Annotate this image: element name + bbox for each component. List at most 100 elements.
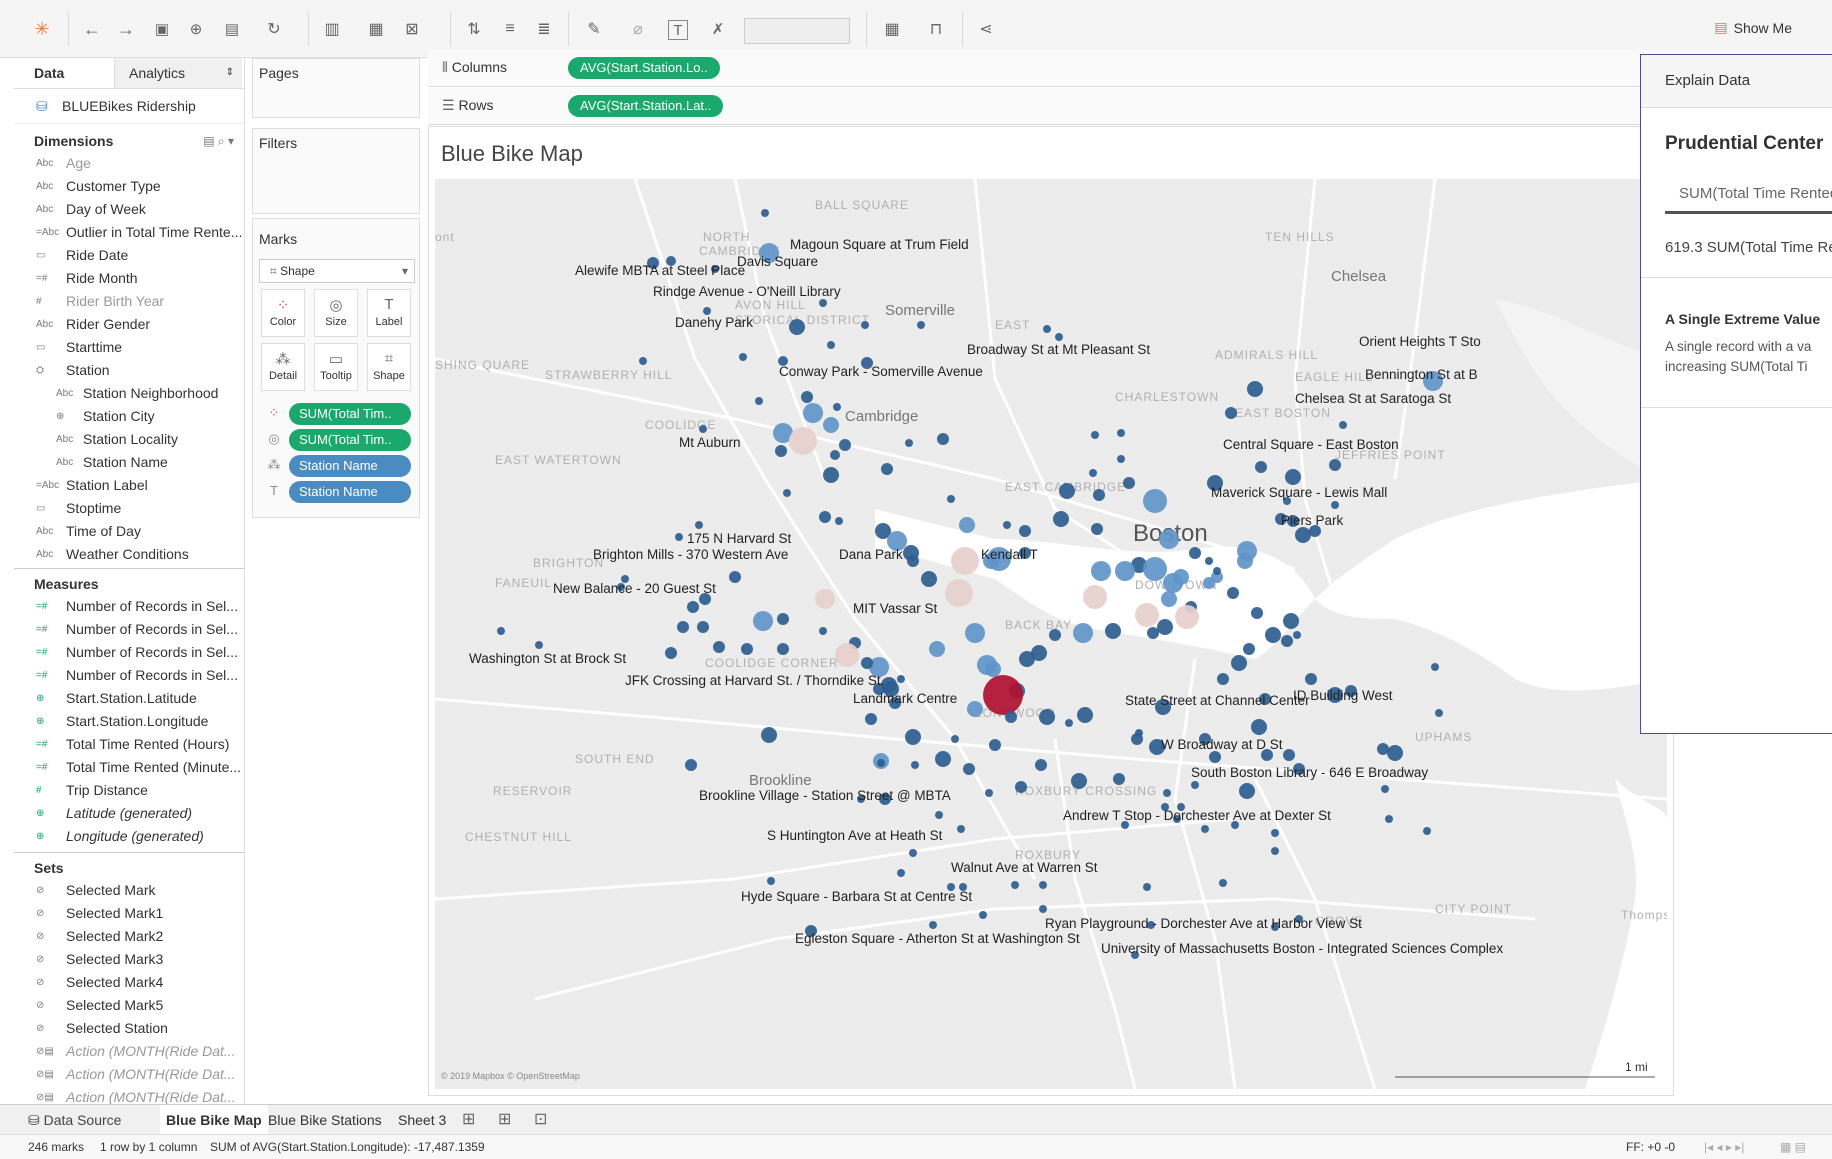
station-mark[interactable]: [1295, 527, 1311, 543]
show-labels-icon[interactable]: T: [668, 20, 688, 40]
show-me-button[interactable]: ▤ Show Me: [1714, 19, 1792, 36]
measures-field[interactable]: # Trip Distance: [14, 779, 244, 802]
station-mark[interactable]: [1019, 651, 1035, 667]
datasource-item[interactable]: ⛁ BLUEBikes Ridership: [14, 89, 244, 124]
station-mark[interactable]: [983, 675, 1023, 715]
station-mark[interactable]: [945, 579, 973, 607]
swap-icon[interactable]: ⇅: [462, 17, 486, 41]
columns-shelf[interactable]: ⫴ Columns AVG(Start.Station.Lo..: [428, 50, 1832, 87]
tab-data-source[interactable]: ⛁ Data Source: [22, 1105, 127, 1135]
dimensions-field[interactable]: Abc Weather Conditions: [14, 543, 244, 564]
station-mark[interactable]: [1053, 511, 1069, 527]
undo-icon[interactable]: ←: [80, 17, 104, 41]
station-mark[interactable]: [1003, 521, 1011, 529]
station-mark[interactable]: [699, 425, 707, 433]
station-mark[interactable]: [1271, 847, 1279, 855]
sets-field[interactable]: ⊘ Selected Mark2: [14, 925, 244, 948]
measures-field[interactable]: ⊕ Longitude (generated): [14, 825, 244, 848]
station-mark[interactable]: [935, 811, 943, 819]
tab-blue-bike-stations[interactable]: Blue Bike Stations: [262, 1105, 388, 1135]
station-mark[interactable]: [1117, 429, 1125, 437]
station-mark[interactable]: [1011, 881, 1019, 889]
station-mark[interactable]: [703, 307, 711, 315]
station-mark[interactable]: [1271, 829, 1279, 837]
label-button[interactable]: T Label: [367, 289, 411, 337]
station-mark[interactable]: [819, 299, 827, 307]
dimensions-field[interactable]: Abc Rider Gender: [14, 313, 244, 336]
sets-field[interactable]: ⊘ Selected Mark5: [14, 994, 244, 1017]
station-mark[interactable]: [909, 849, 917, 857]
sets-field[interactable]: ⊘ Selected Mark3: [14, 948, 244, 971]
station-mark[interactable]: [1201, 825, 1209, 833]
station-mark[interactable]: [911, 761, 919, 769]
group-icon[interactable]: ⌀: [626, 17, 650, 41]
station-mark[interactable]: [1217, 673, 1229, 685]
dimensions-tools-icon[interactable]: ▤ ⌕ ▾: [203, 130, 234, 152]
station-mark[interactable]: [1143, 557, 1167, 581]
station-mark[interactable]: [830, 450, 840, 460]
station-mark[interactable]: [877, 759, 885, 767]
mark-type-dropdown[interactable]: ⌗ Shape ▾: [259, 259, 415, 283]
station-mark[interactable]: [905, 439, 913, 447]
station-mark[interactable]: [1159, 529, 1179, 549]
save-icon[interactable]: ▣: [150, 17, 174, 41]
station-mark[interactable]: [1339, 421, 1347, 429]
station-mark[interactable]: [985, 789, 993, 797]
station-mark[interactable]: [777, 613, 789, 625]
station-mark[interactable]: [761, 209, 769, 217]
station-mark[interactable]: [777, 643, 789, 655]
station-mark[interactable]: [783, 489, 791, 497]
station-mark[interactable]: [1039, 709, 1055, 725]
dimensions-field[interactable]: Abc Time of Day: [14, 520, 244, 543]
station-mark[interactable]: [665, 647, 677, 659]
station-mark[interactable]: [1225, 407, 1237, 419]
tab-blue-bike-map[interactable]: Blue Bike Map: [160, 1105, 268, 1135]
station-mark[interactable]: [1077, 707, 1093, 723]
pages-card[interactable]: Pages: [252, 58, 420, 118]
station-mark[interactable]: [905, 729, 921, 745]
station-mark[interactable]: [1285, 469, 1301, 485]
station-mark[interactable]: [835, 643, 859, 667]
station-mark[interactable]: [917, 321, 925, 329]
station-mark[interactable]: [1385, 815, 1393, 823]
size-button[interactable]: ◎ Size: [314, 289, 358, 337]
sets-field[interactable]: ⊘ Selected Station: [14, 1017, 244, 1040]
dimensions-field[interactable]: ▭ Starttime: [14, 336, 244, 359]
station-mark[interactable]: [1239, 783, 1255, 799]
dimensions-field[interactable]: Abc Age: [14, 152, 244, 175]
station-mark[interactable]: [1329, 459, 1341, 471]
station-mark[interactable]: [935, 751, 951, 767]
sets-field[interactable]: ⊘ Selected Mark4: [14, 971, 244, 994]
station-mark[interactable]: [1015, 781, 1027, 793]
measures-field[interactable]: ⊕ Latitude (generated): [14, 802, 244, 825]
station-mark[interactable]: [1091, 431, 1099, 439]
station-mark[interactable]: [959, 517, 975, 533]
station-mark[interactable]: [897, 869, 905, 877]
station-mark[interactable]: [1423, 827, 1431, 835]
station-mark[interactable]: [1071, 773, 1087, 789]
station-mark[interactable]: [963, 763, 975, 775]
new-worksheet-icon[interactable]: ⊞: [456, 1105, 481, 1135]
station-mark[interactable]: [1331, 501, 1339, 509]
station-mark[interactable]: [951, 735, 959, 743]
new-story-icon[interactable]: ⊡: [528, 1105, 553, 1135]
station-mark[interactable]: [1065, 719, 1073, 727]
sheet-view-icon[interactable]: ▦ ▤: [1780, 1135, 1806, 1159]
station-mark[interactable]: [979, 911, 987, 919]
station-mark[interactable]: [1283, 613, 1299, 629]
station-mark[interactable]: [803, 403, 823, 423]
station-mark[interactable]: [1243, 643, 1255, 655]
station-mark[interactable]: [1135, 603, 1159, 627]
measures-field[interactable]: =# Number of Records in Sel...: [14, 618, 244, 641]
station-mark[interactable]: [775, 445, 787, 457]
station-mark[interactable]: [861, 657, 873, 669]
station-mark[interactable]: [767, 877, 775, 885]
station-mark[interactable]: [819, 627, 827, 635]
station-mark[interactable]: [1039, 905, 1047, 913]
dimensions-field[interactable]: =# Ride Month: [14, 267, 244, 290]
station-mark[interactable]: [1251, 719, 1267, 735]
new-worksheet-icon[interactable]: ▥: [320, 17, 344, 41]
station-mark[interactable]: [801, 391, 813, 403]
station-mark[interactable]: [1089, 469, 1097, 477]
station-mark[interactable]: [985, 661, 1001, 677]
